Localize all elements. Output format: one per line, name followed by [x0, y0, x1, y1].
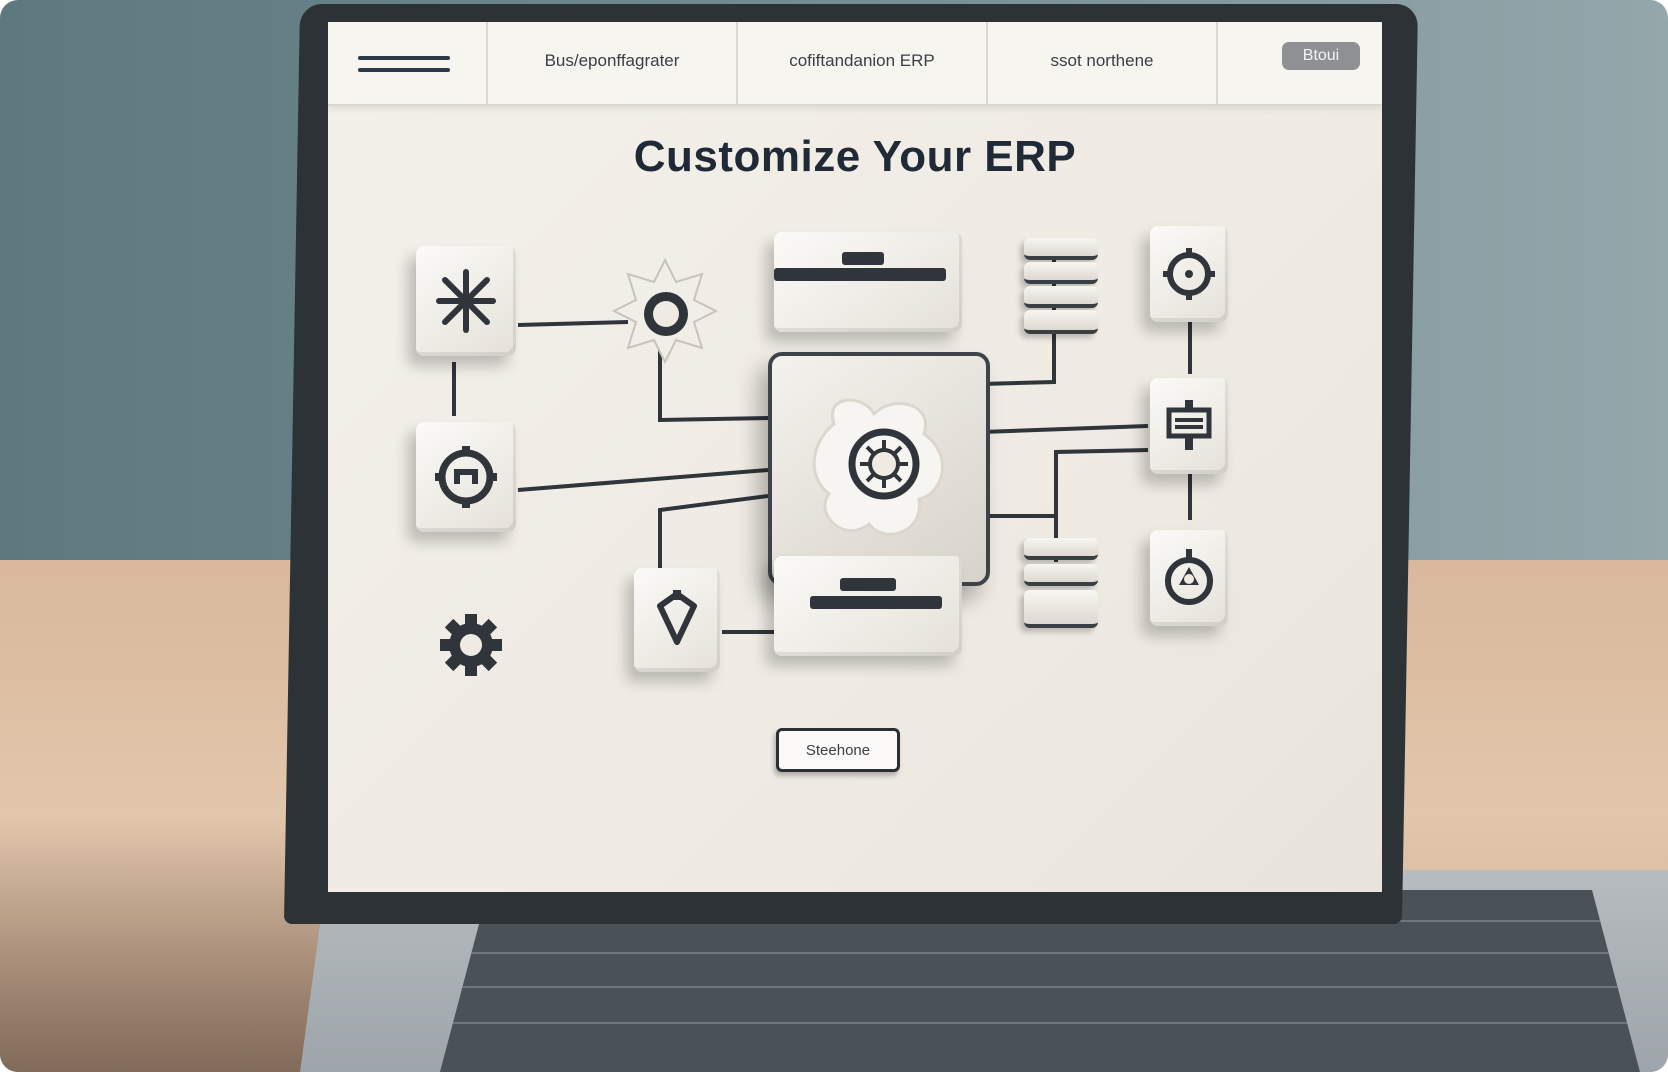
- stack-layer: [1024, 310, 1098, 334]
- settings-circle-tile[interactable]: [1150, 226, 1228, 322]
- top-module-tile[interactable]: [774, 232, 962, 332]
- target-icon: [435, 446, 497, 508]
- primary-action-button[interactable]: Steehone: [776, 728, 900, 772]
- core-module-tile[interactable]: [768, 352, 990, 586]
- module-bar: [842, 252, 884, 265]
- target-tile[interactable]: [416, 422, 516, 532]
- gear-icon[interactable]: [436, 610, 506, 680]
- asterisk-tool-tile[interactable]: [416, 246, 516, 356]
- bottom-module-tile[interactable]: [774, 556, 962, 656]
- key-row: [440, 986, 1640, 988]
- stack-layer: [1024, 538, 1098, 560]
- scene-background: Bus/eponffagrater cofiftandanion ERP sso…: [0, 0, 1668, 1072]
- asterisk-tool-icon: [436, 269, 496, 333]
- shield-tile[interactable]: [634, 568, 720, 672]
- gear-outline-icon[interactable]: [610, 256, 720, 366]
- stack-layer: [1024, 590, 1098, 628]
- shield-icon: [657, 590, 697, 645]
- settings-circle-icon: [1163, 248, 1215, 300]
- module-bar: [840, 578, 896, 591]
- key-row: [440, 952, 1640, 954]
- display-board-icon: [1166, 400, 1212, 450]
- stack-layer: [1024, 286, 1098, 308]
- stack-layer: [1024, 564, 1098, 586]
- aperture-tile[interactable]: [1150, 530, 1228, 626]
- module-bar: [810, 596, 942, 609]
- stack-layer: [1024, 238, 1098, 260]
- key-row: [440, 1022, 1640, 1024]
- core-module-icon: [812, 398, 944, 536]
- display-board-tile[interactable]: [1150, 378, 1228, 474]
- aperture-icon: [1165, 549, 1213, 605]
- stack-layer: [1024, 262, 1098, 284]
- module-bar: [774, 268, 946, 281]
- laptop-screen: Bus/eponffagrater cofiftandanion ERP sso…: [328, 22, 1382, 892]
